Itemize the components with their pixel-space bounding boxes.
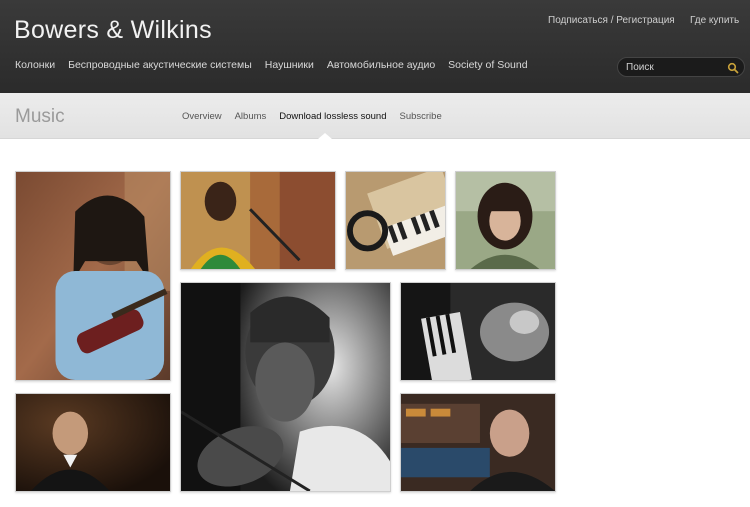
search-box <box>617 57 745 77</box>
nav-item-car-audio[interactable]: Автомобильное аудио <box>327 59 435 71</box>
singer-photo[interactable] <box>180 171 336 270</box>
site-header: Bowers & Wilkins Подписаться / Регистрац… <box>0 0 750 93</box>
search-icon[interactable] <box>727 61 739 74</box>
conductor-photo[interactable] <box>15 393 171 492</box>
tab-download-lossless[interactable]: Download lossless sound <box>279 111 386 122</box>
brand-logo[interactable]: Bowers & Wilkins <box>14 16 212 45</box>
section-bar: Music Overview Albums Download lossless … <box>0 93 750 139</box>
register-link[interactable]: Подписаться / Регистрация <box>548 15 675 26</box>
nav-item-society-of-sound[interactable]: Society of Sound <box>448 59 527 71</box>
keyboard-headphones-photo[interactable] <box>345 171 446 270</box>
nav-item-wireless-speakers[interactable]: Беспроводные акустические системы <box>68 59 252 71</box>
nav-item-headphones[interactable]: Наушники <box>265 59 314 71</box>
tab-albums[interactable]: Albums <box>235 111 267 122</box>
piano-studio-photo[interactable] <box>400 282 556 381</box>
tab-subscribe[interactable]: Subscribe <box>399 111 441 122</box>
tab-overview[interactable]: Overview <box>182 111 222 122</box>
where-to-buy-link[interactable]: Где купить <box>690 15 739 26</box>
guitarist-photo[interactable] <box>15 171 171 381</box>
nav-item-speakers[interactable]: Колонки <box>15 59 55 71</box>
section-tabs: Overview Albums Download lossless sound … <box>182 111 455 122</box>
studio-man-photo[interactable] <box>400 393 556 492</box>
section-title: Music <box>15 106 65 127</box>
violinist-photo[interactable] <box>180 282 391 492</box>
woman-portrait-photo[interactable] <box>455 171 556 270</box>
active-tab-indicator <box>318 133 332 139</box>
main-navigation: Колонки Беспроводные акустические систем… <box>15 59 541 71</box>
search-input[interactable] <box>626 60 721 74</box>
